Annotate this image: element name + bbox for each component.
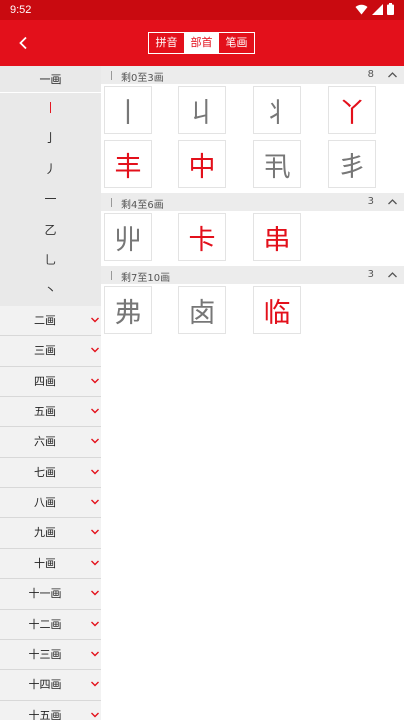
sidebar-group-item[interactable]: 十四画 — [0, 670, 101, 701]
section-count: 3 — [367, 196, 374, 207]
sidebar-group-label: 三画 — [34, 344, 56, 358]
wifi-icon — [355, 4, 368, 14]
mode-switch: 拼音 部首 笔画 — [148, 32, 255, 54]
char-content: 剩0至3画 8 丨丩丬丫丰中丮丯剩4至6画 3 丱卡串剩7至10画 3 弗卤临 — [101, 66, 404, 720]
sidebar-stroke-item[interactable]: 乙 — [0, 215, 101, 245]
sidebar-group-item[interactable]: 十三画 — [0, 640, 101, 671]
chevron-down-icon — [91, 560, 99, 566]
chevron-up-icon[interactable] — [387, 270, 398, 280]
sidebar-group-label: 九画 — [34, 526, 56, 540]
char-cell[interactable]: 串 — [253, 213, 301, 261]
sidebar-group-item[interactable]: 七画 — [0, 457, 101, 489]
sidebar-stroke-item[interactable]: 乚 — [0, 245, 101, 275]
char-cell[interactable]: 弗 — [104, 286, 152, 334]
section-title: 剩0至3画 — [121, 73, 164, 84]
section-count: 8 — [367, 69, 374, 80]
sidebar-group-label: 十三画 — [28, 648, 62, 662]
sidebar-group-label: 十二画 — [28, 617, 62, 631]
sidebar-group-label: 二画 — [34, 313, 56, 327]
char-cell[interactable]: 丫 — [328, 86, 376, 134]
char-grid: 弗卤临 — [101, 284, 404, 339]
sidebar-group-label: 十画 — [34, 556, 56, 570]
sidebar-stroke-item[interactable]: 亅 — [0, 123, 101, 153]
chevron-down-icon — [91, 590, 99, 596]
section-marker — [111, 271, 112, 280]
app-bar: 拼音 部首 笔画 — [0, 20, 404, 66]
sidebar-group-header[interactable]: 一画 — [0, 66, 101, 93]
chevron-down-icon — [91, 408, 99, 414]
char-cell[interactable]: 丰 — [104, 140, 152, 188]
section-header[interactable]: 剩4至6画 3 — [101, 193, 404, 211]
sidebar-group-label: 七画 — [34, 465, 56, 479]
chevron-up-icon[interactable] — [387, 197, 398, 207]
sidebar-group-item[interactable]: 三画 — [0, 336, 101, 367]
sidebar-group-item[interactable]: 二画 — [0, 305, 101, 337]
chevron-down-icon — [91, 317, 99, 323]
section-title: 剩7至10画 — [121, 273, 171, 284]
tab-radical[interactable]: 部首 — [184, 33, 219, 53]
chevron-down-icon — [91, 621, 99, 627]
sidebar-group-item[interactable]: 十一画 — [0, 579, 101, 610]
sidebar-group-item[interactable]: 十五画 — [0, 700, 101, 720]
char-cell[interactable]: 丨 — [104, 86, 152, 134]
section-title: 剩4至6画 — [121, 200, 164, 211]
stroke-sidebar: 一画 丨亅丿一乙乚丶 二画三画四画五画六画七画八画九画十画十一画十二画十三画十四… — [0, 66, 101, 720]
sidebar-group-label: 八画 — [34, 496, 56, 510]
sidebar-group-item[interactable]: 十二画 — [0, 609, 101, 641]
sidebar-stroke-item[interactable]: 丿 — [0, 154, 101, 184]
sidebar-group-item[interactable]: 六画 — [0, 427, 101, 458]
status-bar: 9:52 — [0, 0, 404, 20]
chevron-down-icon — [91, 438, 99, 444]
section-header[interactable]: 剩7至10画 3 — [101, 266, 404, 284]
status-icons — [355, 3, 394, 15]
back-button[interactable] — [10, 30, 36, 56]
sidebar-group-label: 十四画 — [28, 678, 62, 692]
battery-icon — [387, 3, 394, 15]
char-cell[interactable]: 卡 — [178, 213, 226, 261]
sidebar-group-item[interactable]: 九画 — [0, 518, 101, 549]
chevron-up-icon[interactable] — [387, 70, 398, 80]
sidebar-stroke-item[interactable]: 一 — [0, 184, 101, 214]
section-marker — [111, 71, 112, 80]
chevron-down-icon — [91, 378, 99, 384]
sidebar-group-item[interactable]: 四画 — [0, 366, 101, 397]
char-cell[interactable]: 中 — [178, 140, 226, 188]
char-cell[interactable]: 丱 — [104, 213, 152, 261]
chevron-left-icon — [19, 36, 27, 50]
sidebar-group-label: 四画 — [34, 374, 56, 388]
section-marker — [111, 198, 112, 207]
signal-icon — [372, 3, 383, 15]
section-count: 3 — [367, 269, 374, 280]
tab-stroke[interactable]: 笔画 — [219, 33, 254, 53]
char-cell[interactable]: 卤 — [178, 286, 226, 334]
status-time: 9:52 — [10, 4, 32, 16]
chevron-down-icon — [91, 529, 99, 535]
section-header[interactable]: 剩0至3画 8 — [101, 66, 404, 84]
sidebar-group-item[interactable]: 八画 — [0, 488, 101, 519]
char-grid: 丨丩丬丫丰中丮丯 — [101, 84, 404, 193]
char-grid: 丱卡串 — [101, 211, 404, 266]
char-cell[interactable]: 丯 — [328, 140, 376, 188]
sidebar-group-label: 五画 — [34, 404, 56, 418]
char-cell[interactable]: 临 — [253, 286, 301, 334]
sidebar-group-item[interactable]: 五画 — [0, 396, 101, 428]
chevron-down-icon — [91, 469, 99, 475]
chevron-down-icon — [91, 681, 99, 687]
chevron-down-icon — [91, 347, 99, 353]
sidebar-stroke-item[interactable]: 丨 — [0, 93, 101, 123]
sidebar-group-label: 六画 — [34, 435, 56, 449]
sidebar-open-group: 一画 丨亅丿一乙乚丶 — [0, 66, 101, 306]
chevron-down-icon — [91, 651, 99, 657]
sidebar-group-item[interactable]: 十画 — [0, 548, 101, 580]
sidebar-group-label: 十五画 — [28, 708, 62, 720]
sidebar-group-label: 十一画 — [28, 587, 62, 601]
sidebar-stroke-item[interactable]: 丶 — [0, 275, 101, 305]
char-cell[interactable]: 丩 — [178, 86, 226, 134]
chevron-down-icon — [91, 712, 99, 718]
char-cell[interactable]: 丬 — [253, 86, 301, 134]
chevron-down-icon — [91, 499, 99, 505]
tab-pinyin[interactable]: 拼音 — [149, 33, 184, 53]
char-cell[interactable]: 丮 — [253, 140, 301, 188]
